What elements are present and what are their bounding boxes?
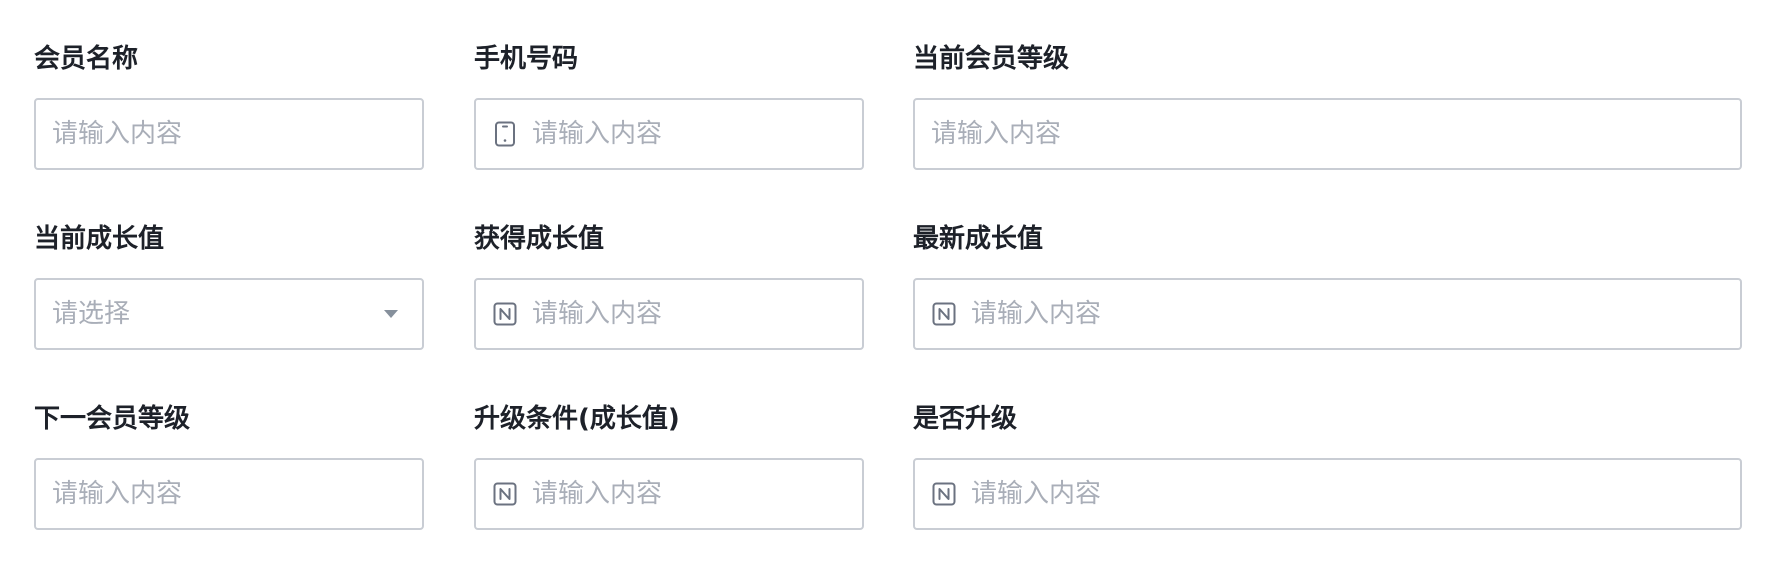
- number-icon: [492, 480, 518, 508]
- upgrade-condition-input[interactable]: 请输入内容: [474, 458, 864, 530]
- latest-growth-input[interactable]: 请输入内容: [913, 278, 1742, 350]
- next-level-placeholder: 请输入内容: [52, 479, 183, 509]
- number-icon: [931, 480, 957, 508]
- current-growth-placeholder: 请选择: [52, 299, 131, 329]
- member-name-placeholder: 请输入内容: [52, 119, 183, 149]
- phone-icon: [492, 120, 518, 148]
- phone-placeholder: 请输入内容: [532, 119, 663, 149]
- gained-growth-label: 获得成长值: [474, 224, 605, 254]
- next-level-input[interactable]: 请输入内容: [34, 458, 424, 530]
- is-upgrade-label: 是否升级: [913, 404, 1018, 434]
- current-level-placeholder: 请输入内容: [931, 119, 1062, 149]
- phone-input[interactable]: 请输入内容: [474, 98, 864, 170]
- member-name-label: 会员名称: [34, 44, 139, 74]
- chevron-down-icon: [384, 310, 398, 318]
- member-name-input[interactable]: 请输入内容: [34, 98, 424, 170]
- next-level-label: 下一会员等级: [34, 404, 191, 434]
- gained-growth-input[interactable]: 请输入内容: [474, 278, 864, 350]
- member-growth-form: 会员名称 请输入内容 手机号码 请输入内容 当前会员等级 请输入内容 当前成长值…: [0, 0, 1776, 570]
- upgrade-condition-label: 升级条件(成长值): [474, 404, 680, 434]
- is-upgrade-placeholder: 请输入内容: [971, 479, 1102, 509]
- current-level-label: 当前会员等级: [913, 44, 1070, 74]
- is-upgrade-input[interactable]: 请输入内容: [913, 458, 1742, 530]
- latest-growth-label: 最新成长值: [913, 224, 1044, 254]
- number-icon: [492, 300, 518, 328]
- latest-growth-placeholder: 请输入内容: [971, 299, 1102, 329]
- current-growth-select[interactable]: 请选择: [34, 278, 424, 350]
- gained-growth-placeholder: 请输入内容: [532, 299, 663, 329]
- number-icon: [931, 300, 957, 328]
- phone-label: 手机号码: [474, 44, 579, 74]
- current-growth-label: 当前成长值: [34, 224, 165, 254]
- current-level-input[interactable]: 请输入内容: [913, 98, 1742, 170]
- upgrade-condition-placeholder: 请输入内容: [532, 479, 663, 509]
